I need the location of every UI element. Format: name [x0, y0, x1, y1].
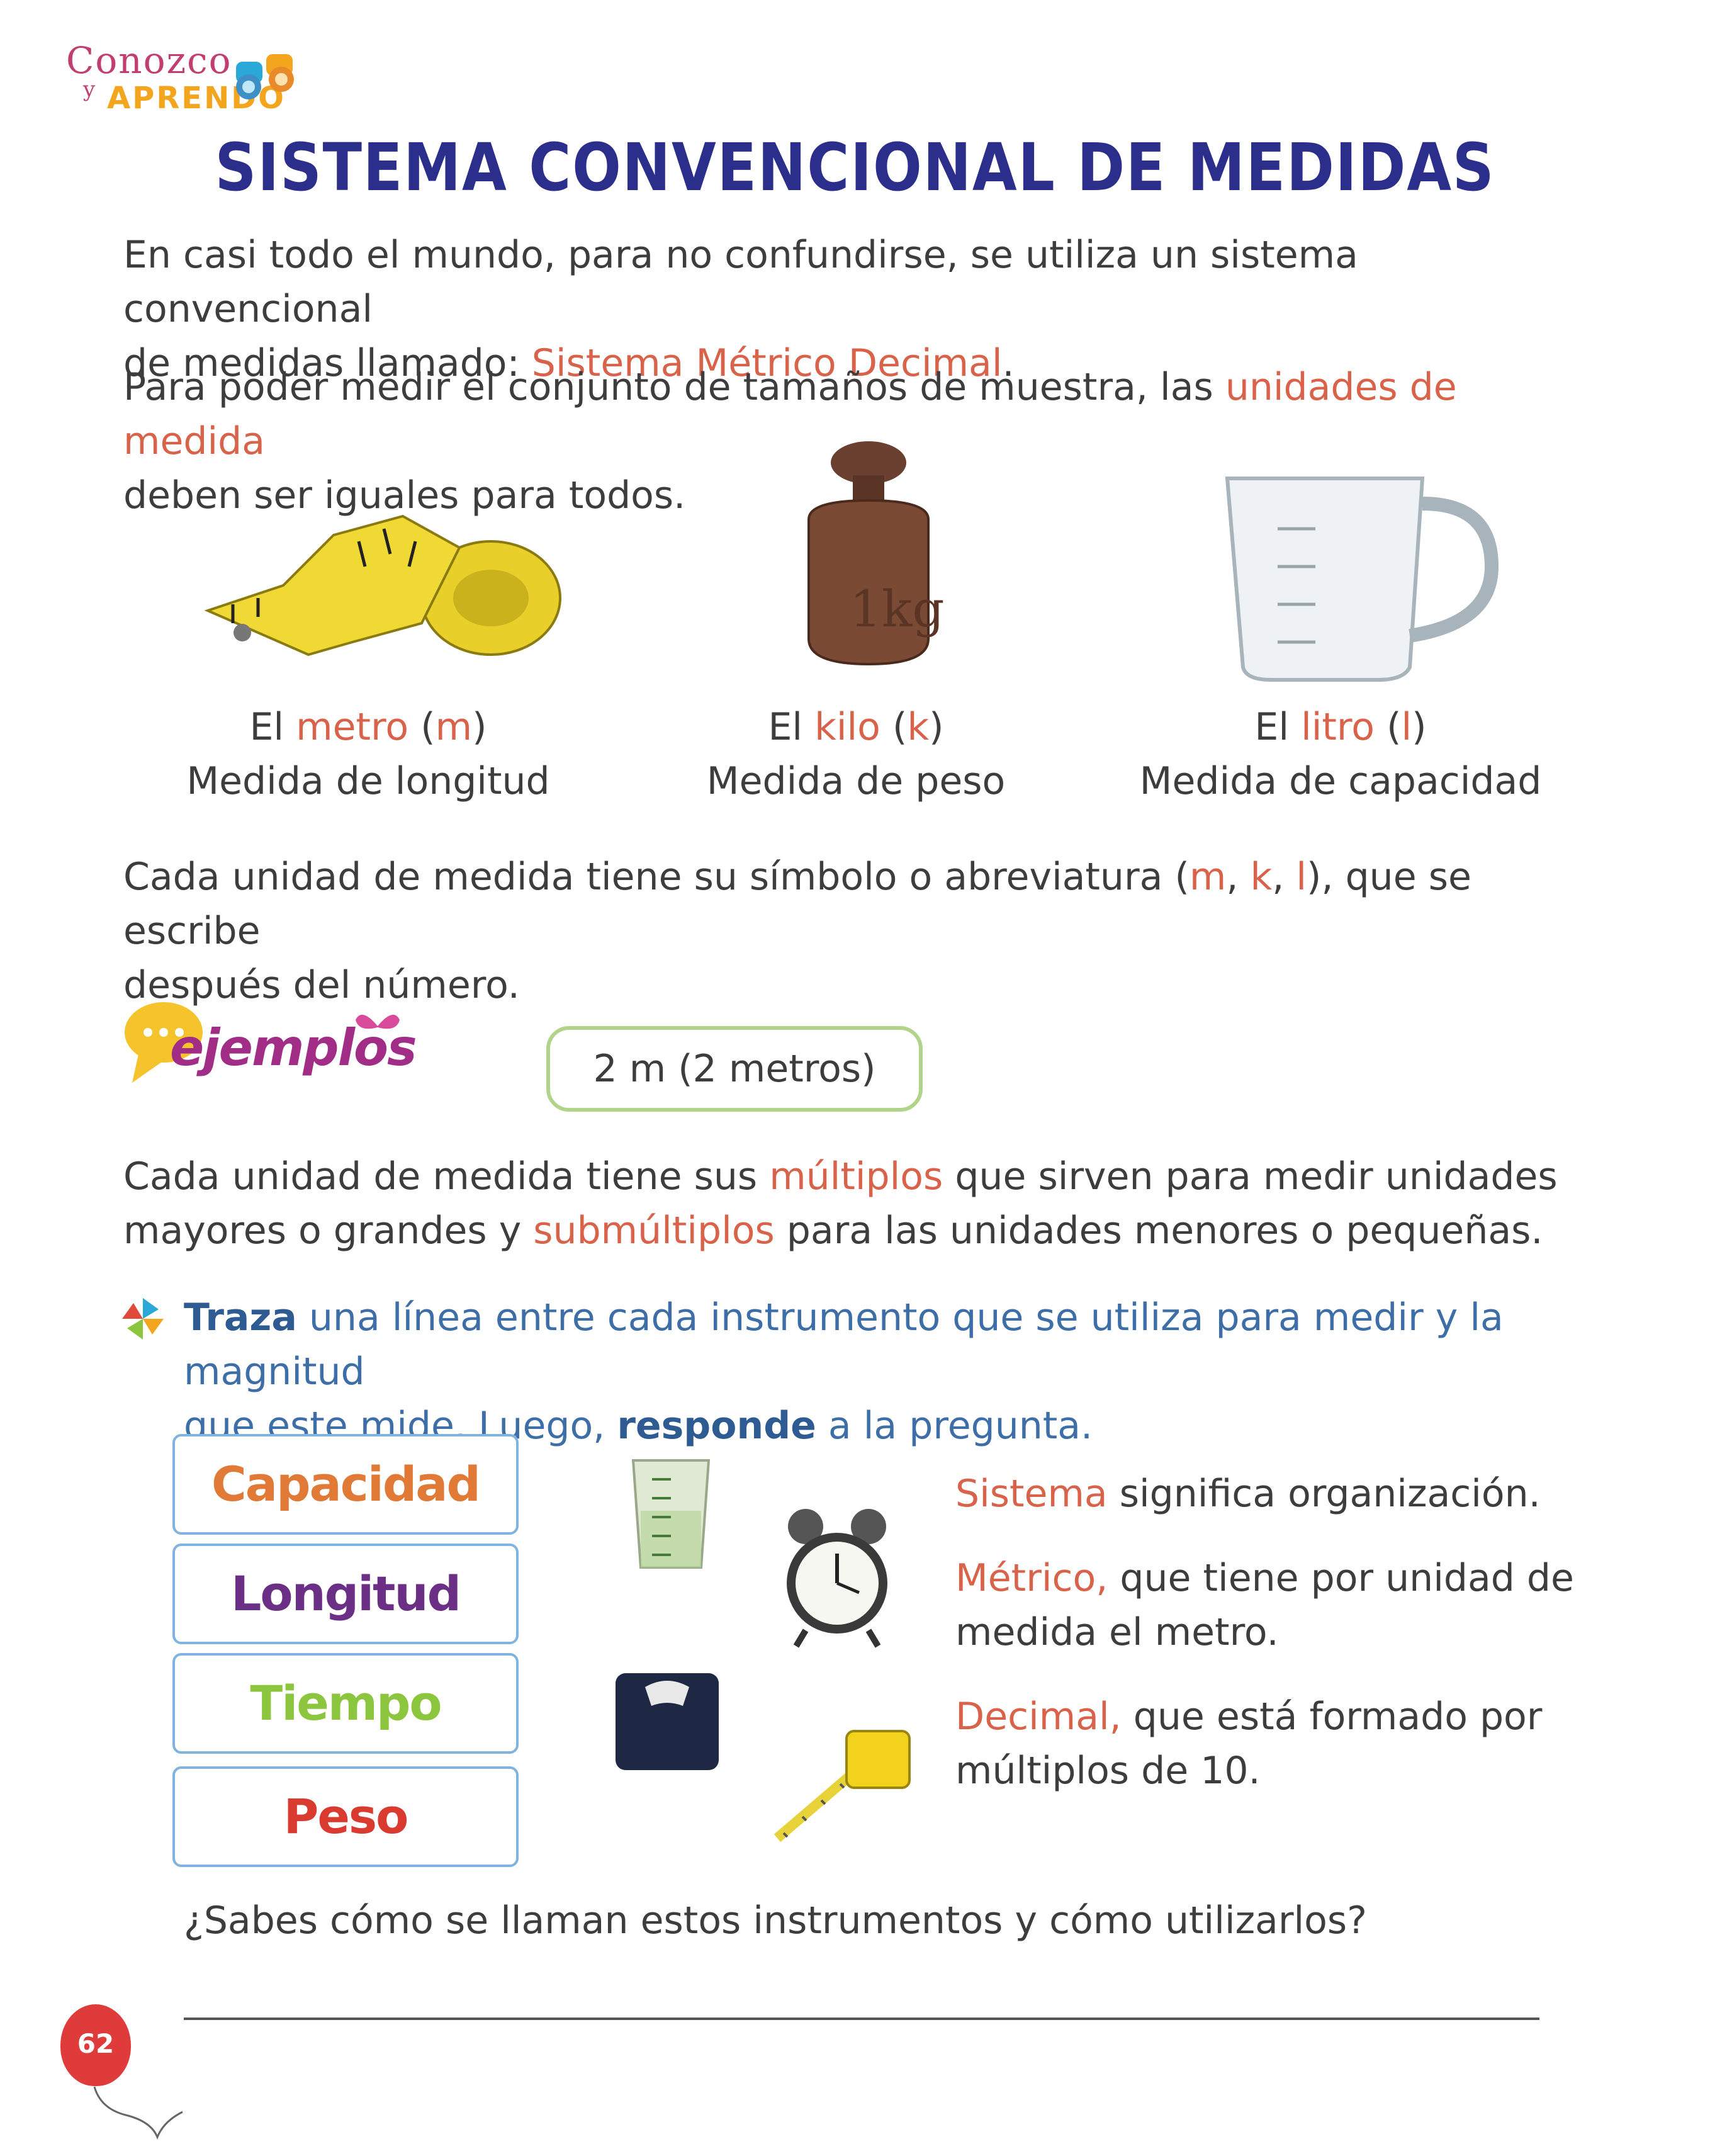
answer-line[interactable]	[184, 2018, 1539, 2020]
activity-instruction: Traza una línea entre cada instrumento q…	[184, 1295, 1504, 1448]
magnitude-box-capacidad[interactable]: Capacidad	[172, 1434, 519, 1535]
butterfly-icon	[356, 1015, 400, 1029]
svg-text:1kg: 1kg	[850, 580, 945, 638]
multiples-paragraph: Cada unidad de medida tiene sus múltiplo…	[123, 1154, 1558, 1253]
example-box: 2 m (2 metros)	[546, 1026, 923, 1112]
magnitude-box-peso[interactable]: Peso	[172, 1766, 519, 1867]
magnitude-box-tiempo[interactable]: Tiempo	[172, 1653, 519, 1754]
measuring-cup-icon[interactable]	[627, 1454, 715, 1574]
alarm-clock-icon[interactable]	[780, 1504, 894, 1649]
bathroom-scale-icon[interactable]	[610, 1668, 724, 1775]
page-title: SISTEMA CONVENCIONAL DE MEDIDAS	[215, 129, 1495, 206]
balloon-string-icon	[93, 2086, 183, 2140]
page-number-balloon: 62	[60, 2004, 131, 2086]
binoculars-icon	[236, 54, 294, 99]
unit-caption-litro: El litro (l) Medida de capacidad	[1139, 705, 1542, 803]
definition-decimal: Decimal, que está formado por múltiplos …	[955, 1695, 1543, 1793]
kilogram-weight-image: 1kg	[807, 441, 945, 666]
measuring-jug-image	[1225, 477, 1499, 682]
tape-measure-image	[204, 514, 561, 657]
tape-measure-icon[interactable]	[771, 1719, 916, 1844]
logo-conozco: Conozco	[66, 39, 232, 82]
definition-sistema: Sistema significa organización.	[955, 1472, 1541, 1516]
unit-caption-kilo: El kilo (k) Medida de peso	[706, 705, 1006, 803]
magnitude-box-longitud[interactable]: Longitud	[172, 1544, 519, 1644]
unit-caption-metro: El metro (m) Medida de longitud	[186, 705, 550, 803]
pinwheel-icon	[122, 1298, 164, 1340]
logo-y: y	[83, 77, 96, 102]
definition-metrico: Métrico, que tiene por unidad de medida …	[955, 1556, 1574, 1654]
symbols-paragraph: Cada unidad de medida tiene su símbolo o…	[123, 855, 1471, 1007]
question-text: ¿Sabes cómo se llaman estos instrumentos…	[184, 1899, 1367, 1943]
